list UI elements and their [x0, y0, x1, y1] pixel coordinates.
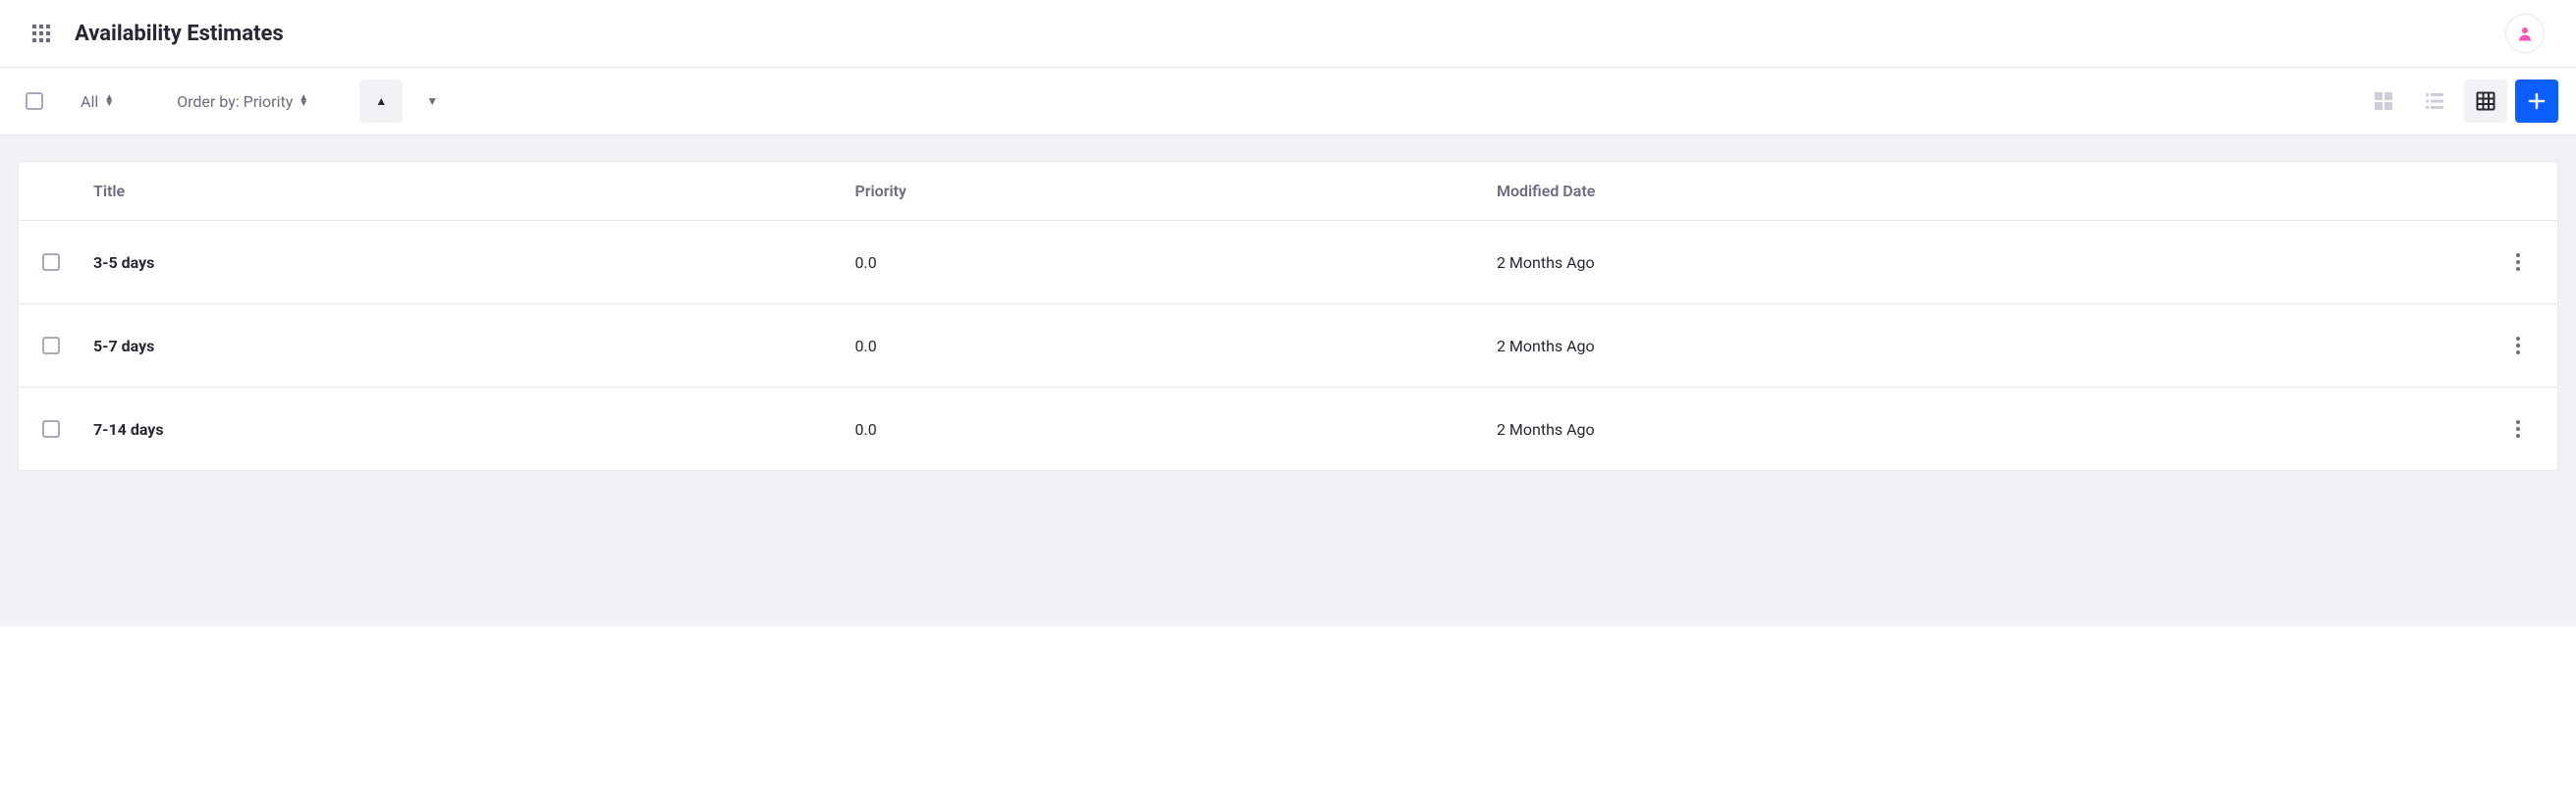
col-header-check — [19, 162, 78, 221]
row-priority: 0.0 — [840, 388, 1481, 471]
row-modified: 2 Months Ago — [1481, 221, 2487, 304]
order-dropdown[interactable]: Order by: Priority ▲▼ — [165, 84, 320, 119]
view-cards-button[interactable] — [2362, 80, 2405, 123]
col-header-actions — [2487, 162, 2557, 221]
filter-label: All — [81, 92, 98, 111]
toolbar: All ▲▼ Order by: Priority ▲▼ ▲ ▼ — [0, 68, 2576, 135]
table-row: 5-7 days 0.02 Months Ago — [19, 304, 2557, 388]
list-icon — [2425, 91, 2444, 111]
row-checkbox[interactable] — [42, 337, 60, 354]
col-header-modified[interactable]: Modified Date — [1481, 162, 2487, 221]
caret-up-icon: ▲ — [375, 94, 387, 108]
col-header-priority[interactable]: Priority — [840, 162, 1481, 221]
select-all-checkbox[interactable] — [26, 92, 43, 110]
row-title[interactable]: 7-14 days — [93, 420, 164, 439]
caret-down-icon: ▼ — [426, 94, 438, 108]
view-table-button[interactable] — [2464, 80, 2507, 123]
row-checkbox[interactable] — [42, 420, 60, 438]
caret-updown-icon: ▲▼ — [299, 95, 308, 107]
cards-icon — [2374, 91, 2393, 111]
topbar: Availability Estimates — [0, 0, 2576, 68]
row-priority: 0.0 — [840, 221, 1481, 304]
avatar[interactable] — [2505, 14, 2545, 53]
row-actions-button[interactable] — [2502, 330, 2534, 361]
page-title: Availability Estimates — [75, 22, 284, 46]
kebab-icon — [2516, 337, 2520, 354]
sort-asc-button[interactable]: ▲ — [359, 80, 403, 123]
caret-updown-icon: ▲▼ — [104, 95, 114, 107]
table-row: 7-14 days 0.02 Months Ago — [19, 388, 2557, 471]
order-label: Order by: Priority — [177, 92, 293, 111]
row-title[interactable]: 3-5 days — [93, 253, 154, 272]
content-area: Title Priority Modified Date 3-5 days 0.0… — [0, 135, 2576, 626]
table-icon — [2476, 91, 2495, 111]
row-checkbox[interactable] — [42, 253, 60, 271]
row-actions-button[interactable] — [2502, 413, 2534, 445]
kebab-icon — [2516, 253, 2520, 271]
kebab-icon — [2516, 420, 2520, 438]
row-modified: 2 Months Ago — [1481, 388, 2487, 471]
apps-icon[interactable] — [31, 24, 51, 43]
view-list-button[interactable] — [2413, 80, 2456, 123]
row-modified: 2 Months Ago — [1481, 304, 2487, 388]
sort-desc-button[interactable]: ▼ — [411, 80, 454, 123]
toolbar-left: All ▲▼ Order by: Priority ▲▼ ▲ ▼ — [18, 80, 454, 123]
user-icon — [2516, 25, 2534, 42]
row-actions-button[interactable] — [2502, 246, 2534, 278]
table-row: 3-5 days 0.02 Months Ago — [19, 221, 2557, 304]
table-card: Title Priority Modified Date 3-5 days 0.0… — [18, 161, 2558, 471]
plus-icon — [2527, 91, 2547, 111]
row-title[interactable]: 5-7 days — [93, 337, 154, 355]
row-priority: 0.0 — [840, 304, 1481, 388]
toolbar-right — [2362, 80, 2558, 123]
topbar-left: Availability Estimates — [31, 22, 284, 46]
filter-dropdown[interactable]: All ▲▼ — [69, 84, 126, 119]
col-header-title[interactable]: Title — [78, 162, 840, 221]
add-button[interactable] — [2515, 80, 2558, 123]
data-table: Title Priority Modified Date 3-5 days 0.0… — [19, 162, 2557, 470]
